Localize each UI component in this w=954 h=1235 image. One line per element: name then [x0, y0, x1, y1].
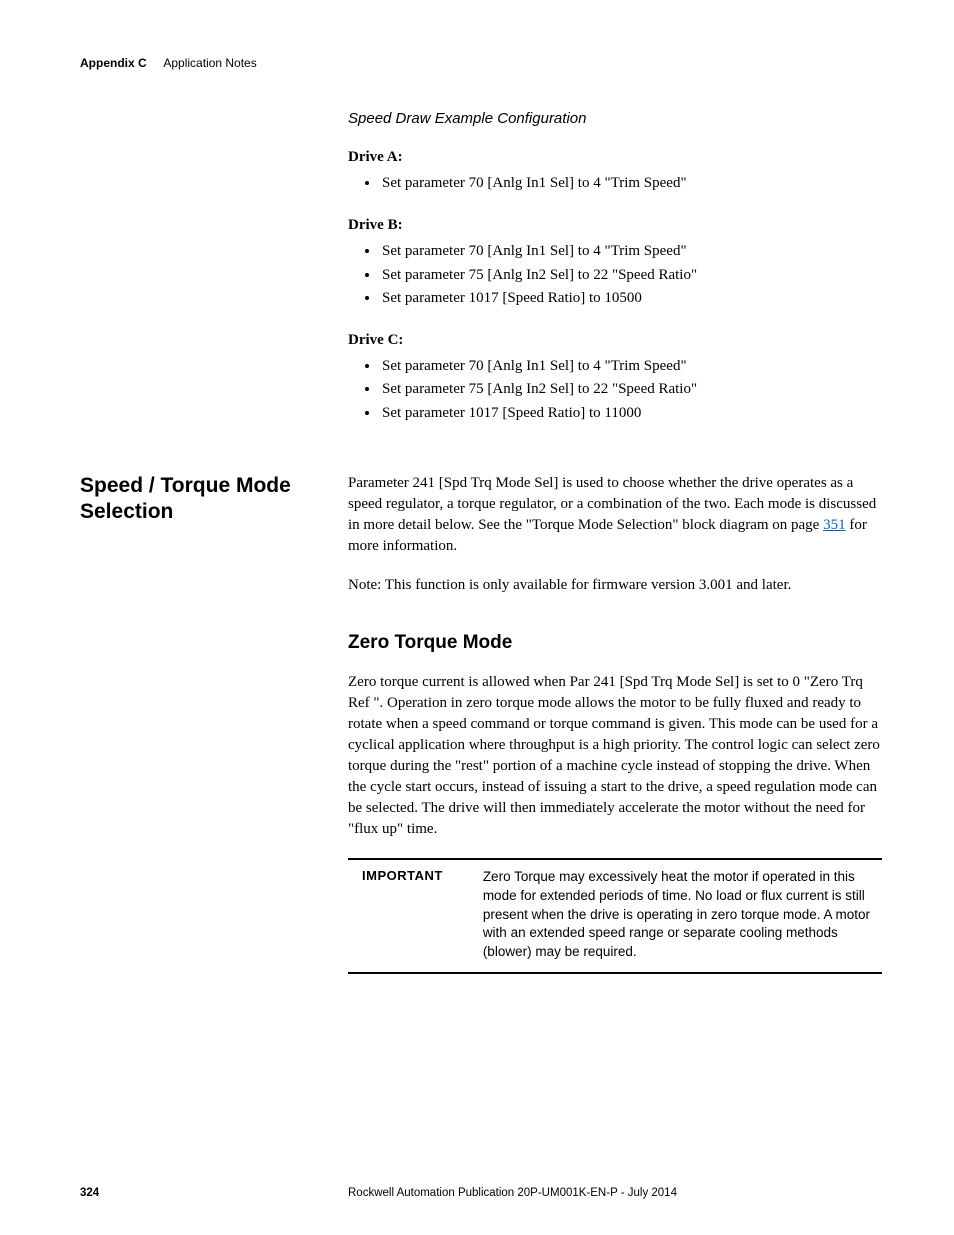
section-paragraph: Parameter 241 [Spd Trq Mode Sel] is used… [348, 473, 882, 557]
running-header: Appendix C Application Notes [80, 56, 882, 70]
para-text: Parameter 241 [Spd Trq Mode Sel] is used… [348, 475, 876, 533]
list-item: Set parameter 70 [Anlg In1 Sel] to 4 "Tr… [380, 240, 882, 263]
zero-paragraph: Zero torque current is allowed when Par … [348, 672, 882, 840]
example-heading: Speed Draw Example Configuration [348, 110, 882, 127]
drive-c-list: Set parameter 70 [Anlg In1 Sel] to 4 "Tr… [348, 355, 882, 425]
list-item: Set parameter 1017 [Speed Ratio] to 1050… [380, 287, 882, 310]
page-link[interactable]: 351 [823, 517, 846, 533]
list-item: Set parameter 70 [Anlg In1 Sel] to 4 "Tr… [380, 355, 882, 378]
section-note: Note: This function is only available fo… [348, 575, 882, 596]
list-item: Set parameter 75 [Anlg In2 Sel] to 22 "S… [380, 378, 882, 401]
appendix-label: Appendix C [80, 56, 147, 70]
section-title: Speed / Torque Mode Selection [80, 473, 338, 526]
page-number: 324 [80, 1187, 348, 1199]
list-item: Set parameter 70 [Anlg In1 Sel] to 4 "Tr… [380, 172, 882, 195]
publication-line: Rockwell Automation Publication 20P-UM00… [348, 1187, 882, 1199]
important-label: IMPORTANT [348, 859, 473, 973]
list-item: Set parameter 1017 [Speed Ratio] to 1100… [380, 402, 882, 425]
drive-b-list: Set parameter 70 [Anlg In1 Sel] to 4 "Tr… [348, 240, 882, 310]
page-footer: 324 Rockwell Automation Publication 20P-… [80, 1187, 882, 1199]
drive-a-label: Drive A: [348, 149, 882, 166]
drive-b-label: Drive B: [348, 217, 882, 234]
important-callout: IMPORTANT Zero Torque may excessively he… [348, 858, 882, 974]
header-title: Application Notes [163, 56, 256, 70]
list-item: Set parameter 75 [Anlg In2 Sel] to 22 "S… [380, 264, 882, 287]
drive-c-label: Drive C: [348, 332, 882, 349]
important-message: Zero Torque may excessively heat the mot… [473, 859, 882, 973]
drive-a-list: Set parameter 70 [Anlg In1 Sel] to 4 "Tr… [348, 172, 882, 195]
zero-heading: Zero Torque Mode [348, 632, 882, 654]
